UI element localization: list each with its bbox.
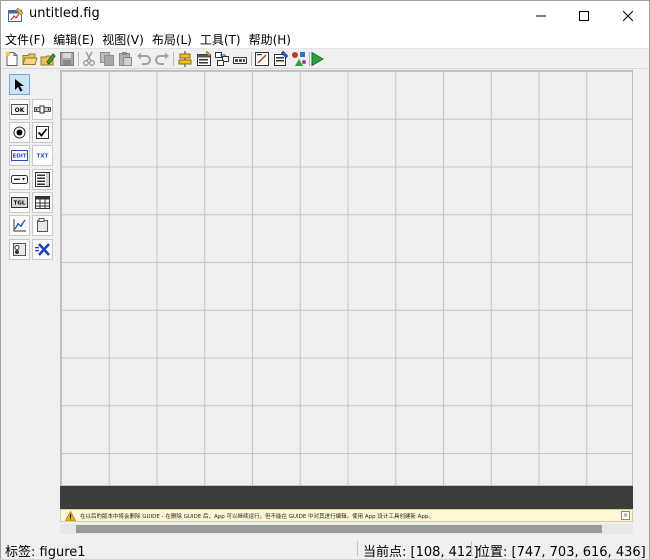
table-tool[interactable] — [32, 192, 53, 213]
check-box-tool[interactable] — [32, 122, 53, 143]
popup-menu-icon — [11, 175, 28, 184]
edit-icon[interactable] — [40, 51, 56, 67]
axes-tool[interactable] — [9, 215, 30, 236]
redo-icon[interactable] — [154, 51, 170, 67]
menu-view[interactable]: 视图(V) — [98, 30, 148, 48]
table-icon — [35, 196, 50, 209]
static-text-tool[interactable]: TXT — [32, 145, 53, 166]
window-title: untitled.fig — [29, 6, 100, 21]
activex-control-icon — [35, 243, 50, 256]
title-bar: untitled.fig — [1, 1, 649, 30]
cut-icon[interactable] — [81, 51, 97, 67]
push-button-tool[interactable]: OK — [9, 99, 30, 120]
run-figure-icon[interactable] — [309, 51, 325, 67]
menu-help[interactable]: 帮助(H) — [245, 30, 295, 48]
slider-icon — [34, 105, 51, 114]
warning-icon — [65, 510, 76, 521]
radio-button-icon — [13, 126, 26, 139]
open-file-icon[interactable] — [22, 51, 38, 67]
svg-text:EDIT: EDIT — [12, 154, 26, 160]
menu-tools[interactable]: 工具(T) — [196, 30, 245, 48]
svg-text:TGL: TGL — [14, 201, 26, 207]
layout-canvas[interactable] — [60, 70, 633, 486]
scrollbar-thumb[interactable] — [76, 525, 602, 533]
menu-edit[interactable]: 编辑(E) — [49, 30, 98, 48]
button-group-tool[interactable] — [9, 239, 30, 260]
minimize-icon — [536, 15, 546, 16]
undo-icon[interactable] — [136, 51, 152, 67]
listbox-tool[interactable] — [32, 169, 53, 190]
menu-layout[interactable]: 布局(L) — [148, 30, 196, 48]
horizontal-scrollbar[interactable] — [60, 524, 633, 534]
select-pointer-button[interactable] — [9, 74, 30, 95]
menu-editor-icon[interactable] — [196, 51, 212, 67]
object-browser-icon[interactable] — [291, 51, 307, 67]
static-text-icon: TXT — [37, 154, 49, 160]
figure-app-icon — [8, 7, 24, 23]
edit-text-icon: EDIT — [11, 150, 28, 161]
panel-tool[interactable] — [32, 215, 53, 236]
menu-file[interactable]: 文件(F) — [1, 30, 49, 48]
close-button[interactable] — [605, 1, 650, 30]
menu-bar: 文件(F) 编辑(E) 视图(V) 布局(L) 工具(T) 帮助(H) — [1, 30, 649, 48]
svg-text:OK: OK — [15, 107, 25, 114]
button-group-icon — [13, 243, 26, 256]
guide-window: untitled.fig 文件(F) 编辑(E) 视图(V) 布局(L) 工具(… — [0, 0, 650, 559]
push-button-icon: OK — [11, 104, 28, 115]
axes-icon — [13, 219, 26, 232]
copy-icon[interactable] — [99, 51, 115, 67]
maximize-button[interactable] — [561, 1, 607, 30]
toolbar — [1, 48, 649, 69]
tab-order-editor-icon[interactable] — [214, 51, 230, 67]
editor-icon[interactable] — [254, 51, 270, 67]
save-icon[interactable] — [59, 51, 75, 67]
paste-icon[interactable] — [117, 51, 133, 67]
activex-control-tool[interactable] — [32, 239, 53, 260]
radio-button-tool[interactable] — [9, 122, 30, 143]
svg-text:TXT: TXT — [37, 154, 49, 160]
check-box-icon — [36, 126, 49, 139]
align-objects-icon[interactable] — [177, 51, 193, 67]
select-pointer-icon — [14, 78, 24, 91]
component-palette: OK EDIT TXT TGL — [7, 72, 57, 264]
close-icon — [623, 10, 633, 21]
deprecation-warning-bar: 在以后的版本中将会删除 GUIDE - 在删除 GUIDE 后，App 可以继续… — [60, 509, 633, 522]
new-file-icon[interactable] — [4, 51, 20, 67]
listbox-icon — [35, 172, 50, 187]
toolbar-editor-icon[interactable] — [232, 51, 248, 67]
warning-text: 在以后的版本中将会删除 GUIDE - 在删除 GUIDE 后，App 可以继续… — [80, 513, 434, 520]
popup-menu-tool[interactable] — [9, 169, 30, 190]
toggle-button-tool[interactable]: TGL — [9, 192, 30, 213]
slider-tool[interactable] — [32, 99, 53, 120]
edit-text-tool[interactable]: EDIT — [9, 145, 30, 166]
panel-icon — [37, 218, 48, 232]
status-bar: 标签: figure1 当前点: [108, 412] 位置: [747, 70… — [1, 538, 649, 559]
toggle-button-icon: TGL — [11, 197, 28, 208]
minimize-button[interactable] — [518, 1, 564, 30]
canvas-footer — [60, 486, 633, 509]
status-current-point: 当前点: [108, 412] — [363, 545, 479, 559]
status-position: 位置: [747, 703, 616, 436] — [477, 545, 646, 559]
maximize-icon — [579, 10, 589, 21]
property-inspector-icon[interactable] — [273, 51, 289, 67]
status-tag: 标签: figure1 — [5, 545, 86, 559]
warning-close-button[interactable]: × — [621, 511, 630, 520]
